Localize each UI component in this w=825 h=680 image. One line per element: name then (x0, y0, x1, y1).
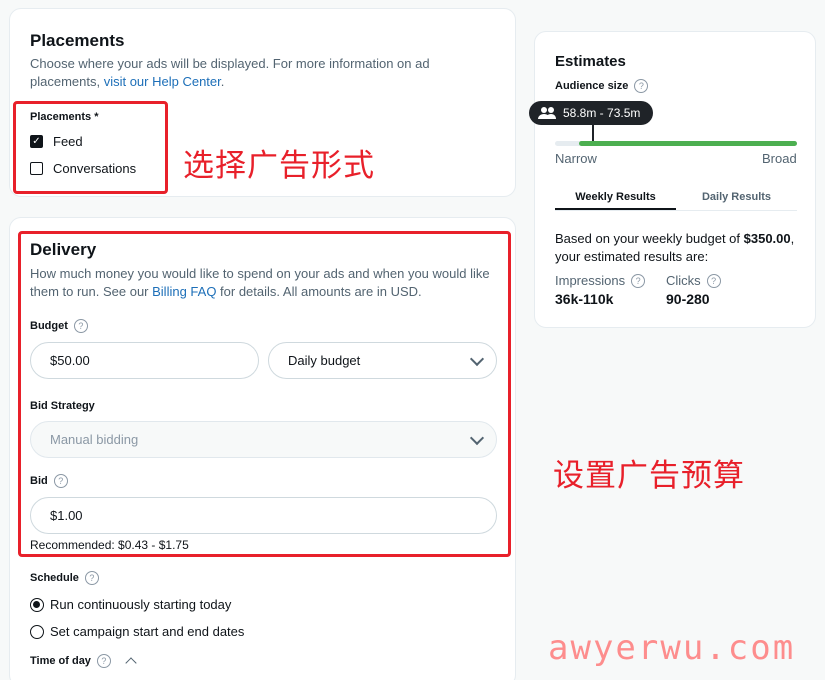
dates-radio[interactable] (30, 624, 44, 639)
schedule-help-icon[interactable]: ? (84, 571, 99, 585)
schedule-label: Schedule ? (30, 571, 99, 585)
schedule-label-text: Schedule (30, 572, 79, 584)
continuous-radio[interactable] (30, 597, 44, 612)
impressions-label-text: Impressions (555, 273, 626, 288)
help-center-link[interactable]: visit our Help Center (104, 74, 221, 89)
summary-text: Based on your weekly budget of (555, 231, 744, 246)
dates-label: Set campaign start and end dates (50, 624, 245, 639)
clicks-value: 90-280 (666, 291, 710, 307)
people-icon (538, 107, 556, 119)
time-of-day-help-icon[interactable]: ? (96, 654, 111, 668)
clicks-label-text: Clicks (666, 273, 701, 288)
estimates-title: Estimates (555, 53, 626, 70)
scale-broad-label: Broad (762, 151, 797, 166)
placements-annotation: 选择广告形式 (183, 148, 375, 184)
audience-track-fill (579, 141, 797, 146)
placements-description-end: . (220, 74, 225, 89)
time-of-day-toggle[interactable]: Time of day ? (30, 654, 137, 669)
tab-weekly-results[interactable]: Weekly Results (555, 184, 676, 210)
placements-title: Placements (30, 31, 125, 50)
placements-description-text: Choose where your ads will be displayed.… (30, 56, 430, 89)
impressions-value: 36k-110k (555, 291, 614, 307)
summary-budget: $350.00 (743, 231, 791, 246)
delivery-annotation: 设置广告预算 (553, 458, 745, 494)
schedule-option-dates[interactable]: Set campaign start and end dates (30, 624, 244, 639)
chevron-up-icon[interactable] (125, 657, 137, 669)
scale-narrow-label: Narrow (555, 151, 597, 166)
watermark: awyerwu.com (548, 628, 796, 668)
schedule-option-continuous[interactable]: Run continuously starting today (30, 597, 231, 612)
results-tabs: Weekly Results Daily Results (555, 184, 797, 211)
audience-help-icon[interactable]: ? (634, 79, 649, 93)
estimates-card: Estimates Audience size ? 58.8m - 73.5m … (529, 31, 816, 328)
estimates-summary: Based on your weekly budget of $350.00, … (555, 230, 805, 266)
audience-size-label-text: Audience size (555, 80, 629, 92)
placements-description: Choose where your ads will be displayed.… (30, 55, 460, 91)
clicks-help-icon[interactable]: ? (706, 273, 721, 288)
placements-highlight-box (13, 101, 168, 194)
audience-track (555, 141, 797, 146)
tab-daily-results[interactable]: Daily Results (676, 184, 797, 210)
time-of-day-label: Time of day (30, 655, 91, 667)
clicks-label: Clicks ? (666, 273, 721, 288)
audience-range-text: 58.8m - 73.5m (563, 106, 641, 120)
continuous-label: Run continuously starting today (50, 597, 232, 612)
audience-size-label: Audience size ? (555, 79, 649, 93)
impressions-label: Impressions ? (555, 273, 646, 288)
impressions-help-icon[interactable]: ? (631, 273, 646, 288)
delivery-highlight-box (18, 231, 511, 557)
audience-range-badge: 58.8m - 73.5m (529, 101, 653, 125)
